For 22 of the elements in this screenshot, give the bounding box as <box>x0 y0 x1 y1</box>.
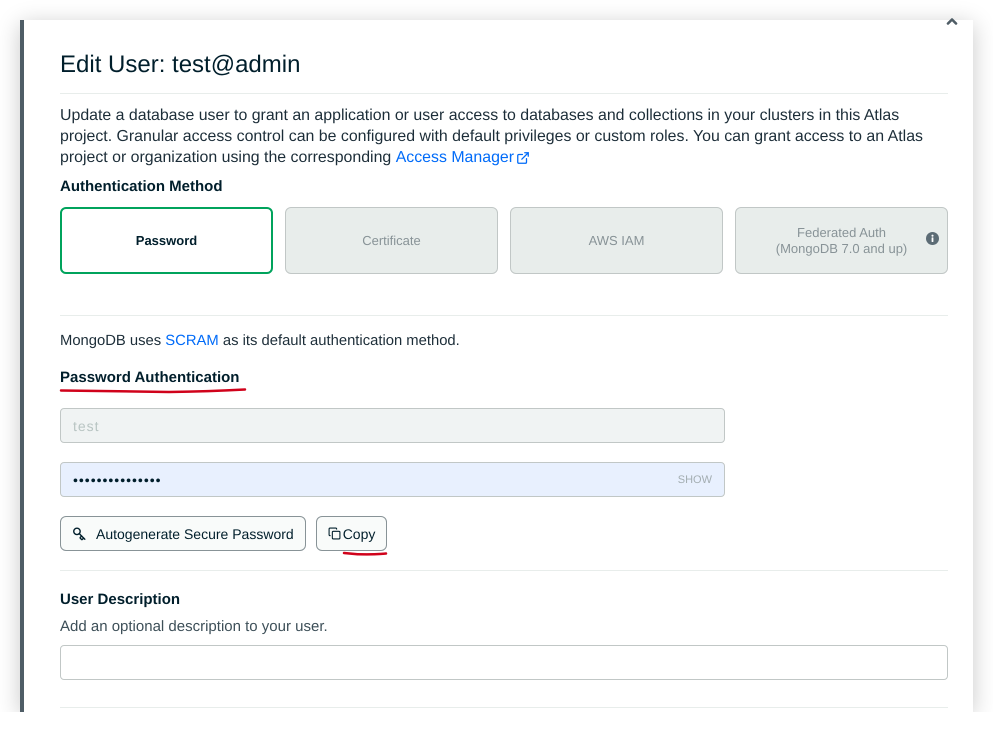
section-heading: User Description <box>60 590 180 610</box>
auth-method-option[interactable]: Federated Auth (MongoDB 7.0 and up) <box>735 207 948 274</box>
external-link-icon <box>516 150 530 164</box>
scram-note: MongoDB uses SCRAM as its default authentication method. <box>60 331 461 351</box>
dialog-title: Edit User: test@admin <box>60 50 302 80</box>
description-input[interactable] <box>60 645 948 680</box>
auth-method-option[interactable]: AWS IAM <box>510 207 723 274</box>
section-label: Authentication Method <box>60 177 222 197</box>
copy-icon <box>328 527 341 540</box>
copy-button[interactable]: Copy <box>316 516 388 551</box>
key-icon <box>72 526 86 540</box>
section-heading: Password Authentication <box>60 368 240 388</box>
info-icon[interactable] <box>926 232 939 245</box>
intro-paragraph: Update a database user to grant an application or user access to databases and collections in your clusters in this Atlas project. Granular access control can be configured with default privileges or custom roles. You can grant access to an Atlas project or organization using the corresponding Access Manager <box>60 106 924 168</box>
auth-method-option[interactable]: Certificate <box>285 207 498 274</box>
caret-up-icon[interactable] <box>946 17 958 25</box>
autogenerate-password-button[interactable]: Autogenerate Secure Password <box>60 516 306 551</box>
description-hint: Add an optional description to your user. <box>60 617 329 637</box>
password-field[interactable]: ••••••••••••••• SHOW <box>60 462 725 497</box>
access-manager-link[interactable]: Access Manager <box>396 147 530 168</box>
scram-link[interactable]: SCRAM <box>165 331 219 351</box>
auth-method-option[interactable]: Password <box>60 207 273 274</box>
